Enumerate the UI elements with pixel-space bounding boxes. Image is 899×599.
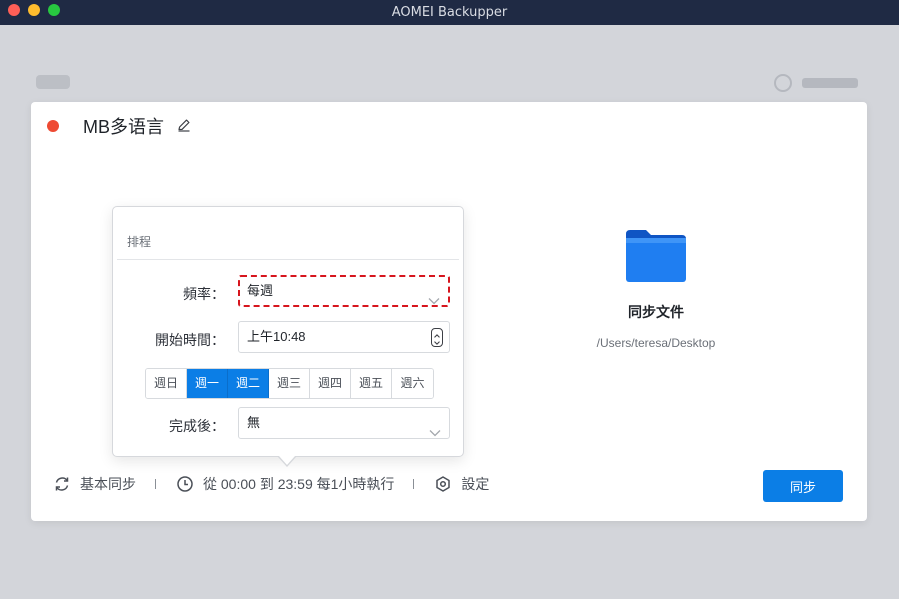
status-dot bbox=[47, 120, 59, 132]
sync-button[interactable]: 同步 bbox=[763, 470, 843, 502]
window-maximize-button[interactable] bbox=[48, 4, 60, 16]
window-title: AOMEI Backupper bbox=[391, 5, 508, 20]
weekday-selector: 週日 週一 週二 週三 週四 週五 週六 bbox=[145, 368, 434, 399]
sync-icon bbox=[55, 477, 69, 491]
weekday-button[interactable]: 週二 bbox=[228, 369, 269, 398]
after-done-label: 完成後： bbox=[169, 418, 225, 434]
footer-divider bbox=[155, 479, 156, 489]
weekday-button[interactable]: 週六 bbox=[392, 369, 433, 398]
sync-mode[interactable]: 基本同步 bbox=[53, 474, 136, 494]
title-bar: AOMEI Backupper bbox=[0, 0, 899, 25]
sync-mode-label: 基本同步 bbox=[80, 476, 136, 492]
schedule-divider bbox=[117, 259, 459, 260]
schedule-summary[interactable]: 從 00:00 到 23:59 每1小時執行 bbox=[176, 474, 394, 494]
settings-link[interactable]: 設定 bbox=[434, 474, 489, 494]
task-footer: 基本同步 從 00:00 到 23:59 每1小時執行 設定 bbox=[53, 474, 489, 494]
frequency-value: 每週 bbox=[247, 283, 274, 298]
weekday-button[interactable]: 週五 bbox=[351, 369, 392, 398]
schedule-summary-label: 從 00:00 到 23:59 每1小時執行 bbox=[203, 476, 395, 492]
settings-label: 設定 bbox=[461, 476, 490, 492]
start-time-input[interactable]: 上午10:48 bbox=[238, 321, 450, 353]
after-done-select[interactable]: 無 bbox=[238, 407, 450, 439]
weekday-button[interactable]: 週四 bbox=[310, 369, 351, 398]
blurred-header-button bbox=[774, 74, 860, 92]
start-time-label: 開始時間： bbox=[155, 332, 225, 348]
schedule-popover: 排程 頻率： 每週 開始時間： 上午10:48 週日 週一 週二 週三 週四 週五 週六 完… bbox=[112, 206, 464, 457]
after-done-value: 無 bbox=[247, 415, 261, 430]
window-close-button[interactable] bbox=[8, 4, 20, 16]
frequency-select[interactable]: 每週 bbox=[238, 275, 450, 307]
destination-label: 同步文件 bbox=[628, 304, 684, 320]
pencil-edit-icon[interactable] bbox=[177, 117, 191, 132]
task-name: MB多语言 bbox=[83, 117, 164, 137]
destination-path: /Users/teresa/Desktop bbox=[596, 336, 716, 350]
schedule-header: 排程 bbox=[127, 235, 152, 249]
weekday-button[interactable]: 週三 bbox=[269, 369, 310, 398]
chevron-down-icon bbox=[428, 287, 440, 305]
frequency-label: 頻率： bbox=[183, 286, 225, 302]
blurred-page-title bbox=[36, 75, 70, 89]
clock-icon bbox=[177, 476, 193, 492]
start-time-value: 上午10:48 bbox=[247, 329, 306, 344]
popover-arrow-fill bbox=[279, 456, 295, 465]
weekday-button[interactable]: 週一 bbox=[187, 369, 228, 398]
chevron-down-icon bbox=[429, 418, 441, 437]
weekday-button[interactable]: 週日 bbox=[146, 369, 187, 398]
time-stepper-icon[interactable] bbox=[431, 328, 443, 347]
gear-icon bbox=[436, 476, 451, 492]
folder-icon[interactable] bbox=[626, 230, 686, 282]
window-minimize-button[interactable] bbox=[28, 4, 40, 16]
footer-divider bbox=[413, 479, 415, 489]
